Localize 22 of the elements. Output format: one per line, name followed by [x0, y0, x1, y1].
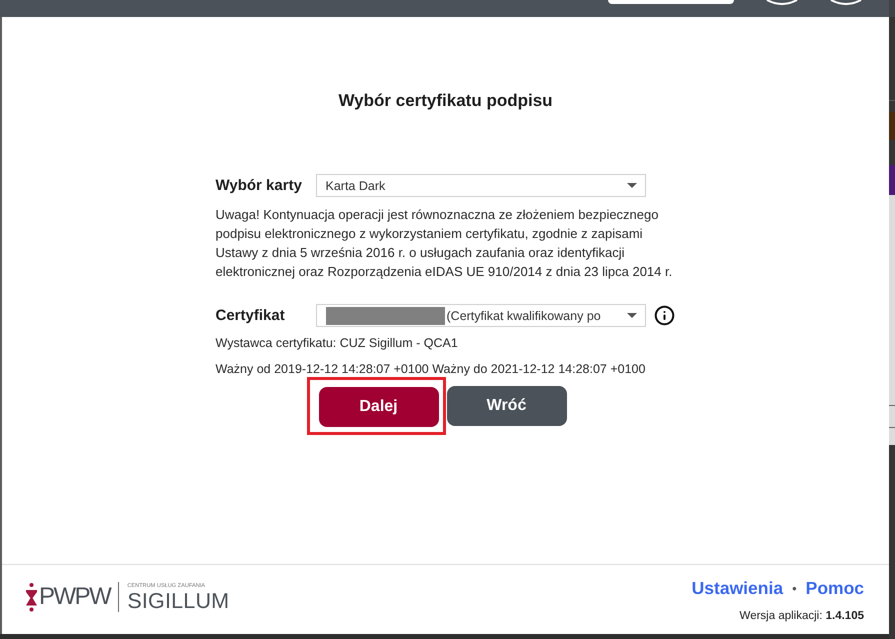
next-button[interactable]: Dalej [318, 387, 438, 427]
version-text: Wersja aplikacji: 1.4.105 [740, 609, 864, 623]
validity-text: Ważny od 2019-12-12 14:28:07 +0100 Ważny do 2021-12-12 14:28:07 +0100 [216, 361, 646, 378]
footer-link[interactable]: Ustawienia [692, 578, 784, 599]
footer-link[interactable]: Pomoc [806, 578, 864, 599]
dropdown-caret-icon [626, 183, 636, 188]
issuer-text: Wystawca certyfikatu: CUZ Sigillum - QCA1 [216, 335, 458, 352]
round-button[interactable] [830, 0, 862, 5]
round-button[interactable] [766, 0, 798, 5]
link-separator: • [792, 581, 797, 596]
dropdown-caret-icon [626, 313, 636, 318]
field-label: Certyfikat [216, 307, 285, 324]
info-icon[interactable] [654, 305, 674, 326]
logo-brand-text: PWPW [39, 585, 110, 609]
field-label: Wybór karty [216, 177, 302, 194]
card-select[interactable]: Karta Dark [316, 174, 646, 197]
dialog-title: Wybór certyfikatu podpisu [338, 91, 553, 110]
certificate-select[interactable]: (Certyfikat kwalifikowany po [316, 304, 646, 327]
logo-product-text: SIGILLUM [127, 590, 230, 612]
logo-emblem-icon [26, 582, 37, 612]
back-button[interactable]: Wróć [446, 386, 566, 426]
notice-text: Uwaga! Kontynuacja operacji jest równoznaczna ze złożeniem bezpiecznego podpisu elektronicznego z wykorzystaniem certyfikatu, zgodnie z zapisami Ustawy z dnia 5 września 2016 r. o usługach zaufania oraz identyfikacji elektronicznej oraz Rozporządzenia eIDAS UE 910/2014 z dnia 23 lipca 2014 r. [216, 206, 674, 281]
